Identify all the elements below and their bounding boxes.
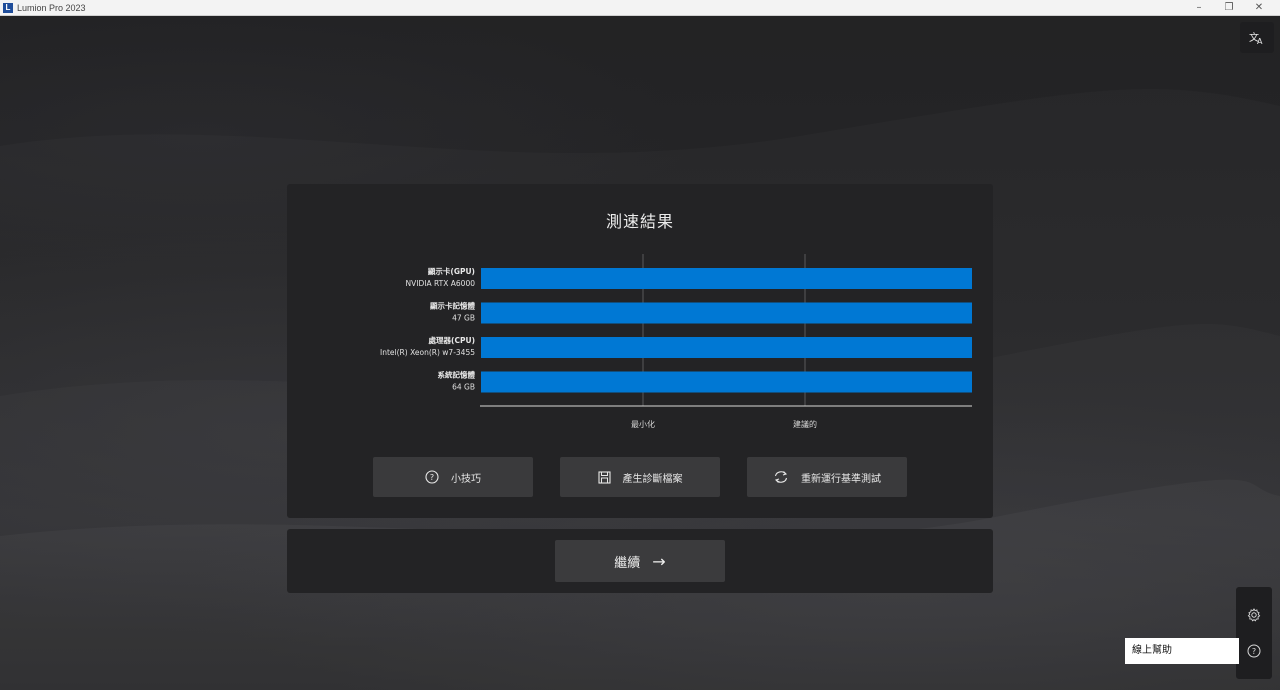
save-icon: [597, 470, 611, 484]
help-circle-icon[interactable]: ?: [1247, 644, 1261, 658]
generate-diagnostic-label: 產生診斷檔案: [622, 473, 683, 485]
arrow-right-icon: →: [652, 551, 666, 571]
question-circle-icon: ?: [425, 470, 439, 484]
benchmark-bar: [481, 302, 972, 324]
axis-label-recommended: 建議的: [793, 419, 817, 429]
component-name-label: 顯示卡記憶體: [430, 301, 475, 311]
continue-panel: 繼續 →: [287, 529, 993, 593]
component-name-label: 系統記憶體: [438, 370, 476, 380]
benchmark-bar: [481, 268, 972, 289]
component-value-label: 64 GB: [452, 383, 475, 392]
refresh-icon: [774, 471, 788, 483]
component-value-label: NVIDIA RTX A6000: [406, 279, 476, 288]
translate-icon: 文 A: [1249, 31, 1263, 45]
benchmark-results-panel: 測速結果 顯示卡(GPU) NVIDIA RTX A6000 顯示卡記憶體 47 GB…: [287, 184, 993, 518]
window-title: Lumion Pro 2023: [17, 2, 86, 13]
svg-text:?: ?: [1252, 647, 1256, 656]
restore-button[interactable]: ❐: [1214, 0, 1244, 15]
window-controls: – ❐ ✕: [1184, 0, 1274, 15]
axis-label-minimum: 最小化: [631, 419, 655, 429]
benchmark-bar: [481, 337, 972, 358]
component-value-label: Intel(R) Xeon(R) w7-3455: [380, 348, 475, 357]
lumion-logo-icon: L: [3, 2, 13, 13]
window-titlebar: L Lumion Pro 2023 – ❐ ✕: [0, 0, 1280, 16]
svg-text:A: A: [1257, 37, 1263, 45]
component-value-label: 47 GB: [452, 314, 475, 323]
continue-button[interactable]: 繼續 →: [555, 540, 725, 582]
continue-label: 繼續: [614, 555, 641, 571]
component-name-label: 顯示卡(GPU): [428, 266, 475, 276]
translate-button[interactable]: 文 A: [1240, 22, 1274, 53]
svg-text:?: ?: [430, 473, 434, 482]
online-help-tooltip: 線上幫助: [1125, 638, 1239, 664]
benchmark-bar: [481, 371, 972, 393]
rerun-benchmark-button[interactable]: 重新運行基準測試: [747, 457, 907, 497]
tips-button[interactable]: ? 小技巧: [373, 457, 533, 497]
component-name-label: 處理器(CPU): [429, 335, 475, 345]
side-toolbar: ?: [1236, 587, 1272, 679]
generate-diagnostic-button[interactable]: 產生診斷檔案: [560, 457, 720, 497]
tips-label: 小技巧: [451, 473, 481, 485]
minimize-button[interactable]: –: [1184, 0, 1214, 15]
close-button[interactable]: ✕: [1244, 0, 1274, 15]
rerun-benchmark-label: 重新運行基準測試: [801, 473, 881, 485]
results-chart: 顯示卡(GPU) NVIDIA RTX A6000 顯示卡記憶體 47 GB 處理器(C…: [380, 254, 972, 429]
gear-icon[interactable]: [1247, 608, 1261, 622]
